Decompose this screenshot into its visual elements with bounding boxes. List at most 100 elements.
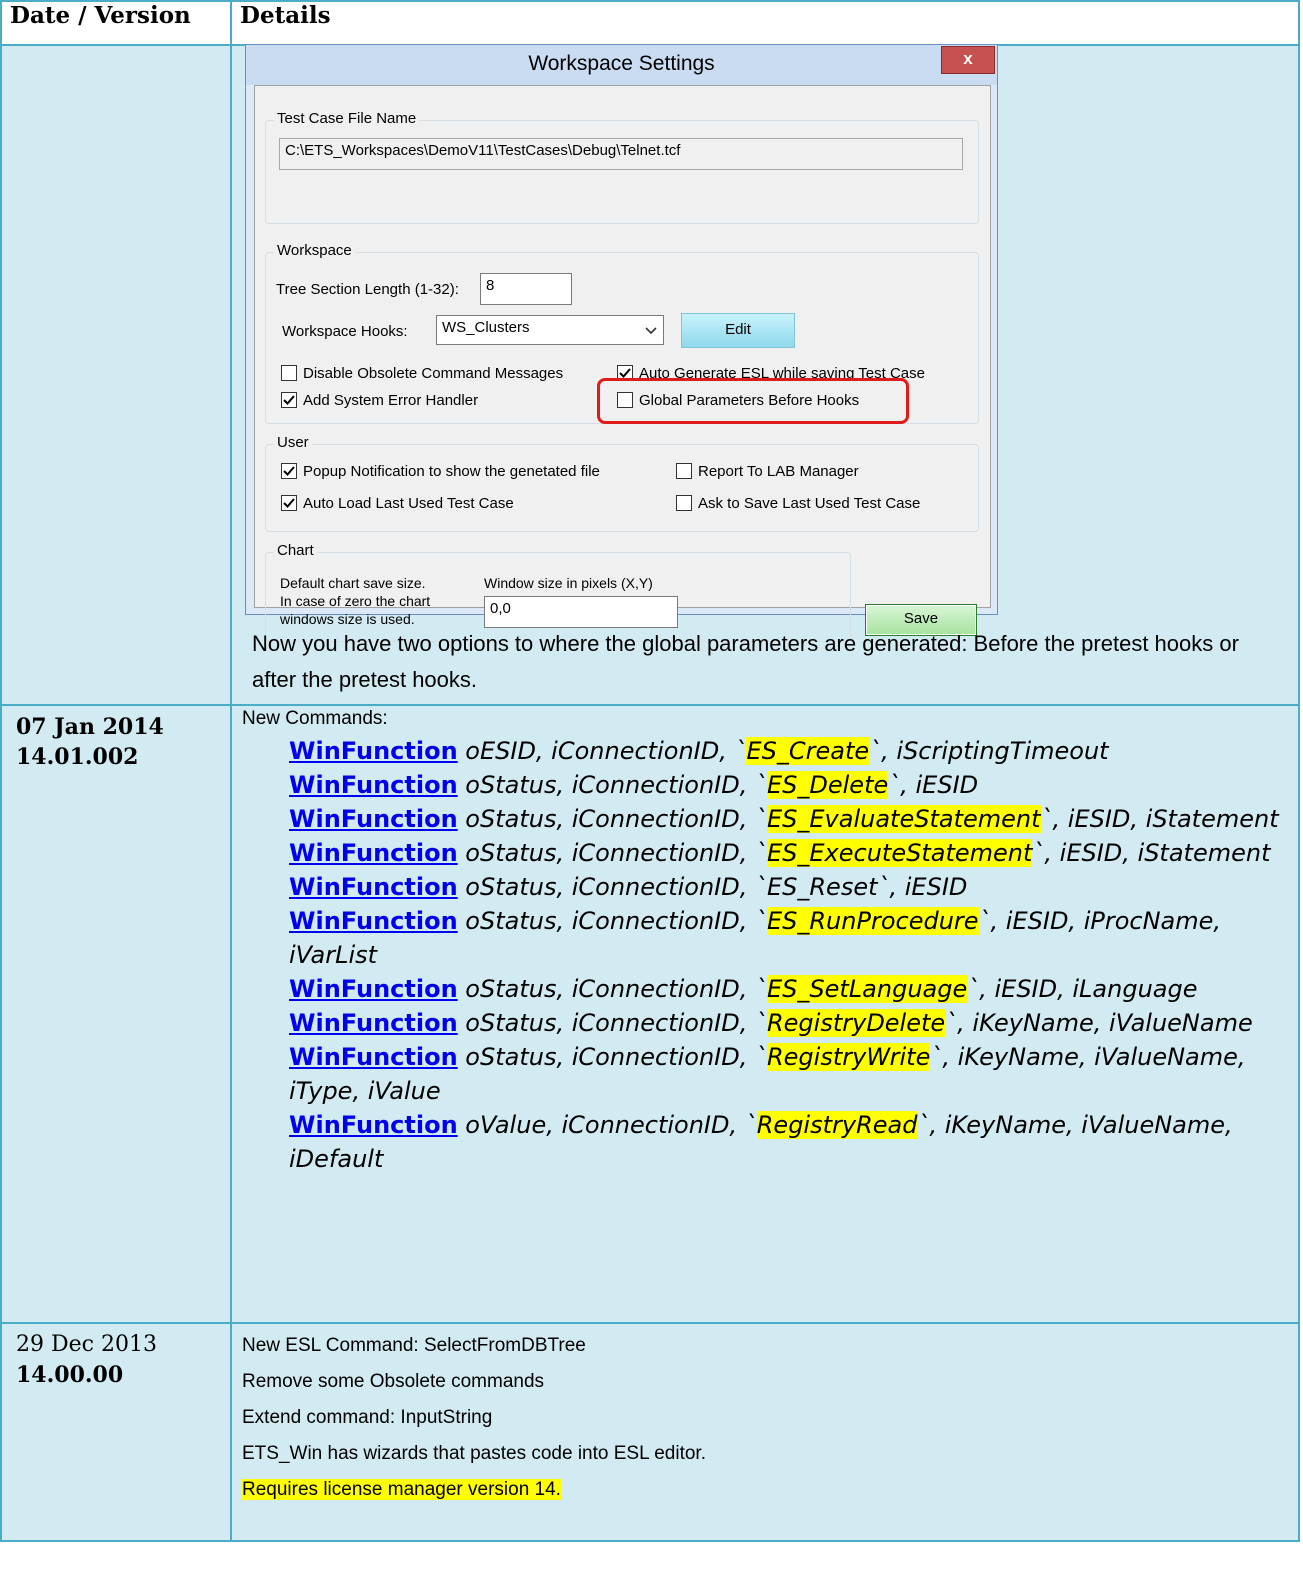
dialog-body: Test Case File Name C:\ETS_Workspaces\De… <box>254 85 991 642</box>
command-list: WinFunction oESID, iConnectionID, `ES_Cr… <box>232 730 1298 1176</box>
winfunction-link[interactable]: WinFunction <box>289 805 458 833</box>
dialog-title: Workspace Settings <box>246 45 997 85</box>
row3-line: Extend command: InputString <box>242 1407 493 1428</box>
row3-line: Remove some Obsolete commands <box>242 1371 545 1392</box>
command-entry: WinFunction oStatus, iConnectionID, `ES_… <box>289 836 1298 870</box>
row3-date-cell: 29 Dec 2013 14.00.00 <box>0 1322 232 1542</box>
checkmark-icon <box>283 395 295 405</box>
report-lab-checkbox[interactable] <box>676 463 692 479</box>
test-case-group-title: Test Case File Name <box>274 110 420 127</box>
command-args: oStatus, iConnectionID, ` <box>457 805 767 833</box>
command-args: oValue, iConnectionID, ` <box>457 1111 757 1139</box>
header-date-version: Date / Version <box>0 0 232 46</box>
command-function-name: ES_ExecuteStatement <box>766 839 1033 867</box>
command-args: `, iESID <box>888 771 979 799</box>
winfunction-link[interactable]: WinFunction <box>289 907 458 935</box>
row3-details-cell: New ESL Command: SelectFromDBTree Remove… <box>230 1322 1300 1542</box>
command-function-name: ES_RunProcedure <box>766 907 979 935</box>
popup-notification-label: Popup Notification to show the genetated… <box>303 463 600 480</box>
disable-obsolete-checkbox[interactable] <box>281 365 297 381</box>
winfunction-link[interactable]: WinFunction <box>289 771 458 799</box>
row3-line: ETS_Win has wizards that pastes code int… <box>242 1443 706 1464</box>
command-function-name: RegistryWrite <box>766 1043 931 1071</box>
table-row: 29 Dec 2013 14.00.00 New ESL Command: Se… <box>0 1322 1300 1542</box>
ask-save-label: Ask to Save Last Used Test Case <box>698 495 921 512</box>
row3-version: 14.00.00 <box>16 1362 124 1388</box>
command-args: oStatus, iConnectionID, ` <box>457 771 767 799</box>
command-entry: WinFunction oStatus, iConnectionID, `Reg… <box>289 1006 1298 1040</box>
command-entry: WinFunction oESID, iConnectionID, `ES_Cr… <box>289 734 1298 768</box>
tree-section-input[interactable]: 8 <box>480 273 572 305</box>
command-entry: WinFunction oStatus, iConnectionID, `ES_… <box>289 904 1298 972</box>
winfunction-link[interactable]: WinFunction <box>289 1043 458 1071</box>
window-size-input[interactable]: 0,0 <box>484 596 678 628</box>
chevron-down-icon <box>645 322 657 339</box>
winfunction-link[interactable]: WinFunction <box>289 839 458 867</box>
command-args: oStatus, iConnectionID, ` <box>457 975 767 1003</box>
edit-hooks-button[interactable]: Edit <box>681 313 795 348</box>
command-entry: WinFunction oStatus, iConnectionID, `ES_… <box>289 972 1298 1006</box>
header-details: Details <box>230 0 1300 46</box>
chart-desc-line: Default chart save size. <box>280 575 426 591</box>
row2-date: 07 Jan 2014 <box>16 714 164 740</box>
window-size-label: Window size in pixels (X,Y) <box>484 575 653 591</box>
new-commands-heading: New Commands: <box>242 708 388 729</box>
workspace-group: Workspace Tree Section Length (1-32): 8 … <box>265 242 979 424</box>
row1-note: Now you have two options to where the gl… <box>252 631 1239 692</box>
hooks-select[interactable]: WS_Clusters <box>436 315 664 345</box>
winfunction-link[interactable]: WinFunction <box>289 1009 458 1037</box>
disable-obsolete-label: Disable Obsolete Command Messages <box>303 365 564 382</box>
license-requirement-note: Requires license manager version 14. <box>242 1479 561 1500</box>
winfunction-link[interactable]: WinFunction <box>289 1111 458 1139</box>
workspace-group-title: Workspace <box>274 242 355 259</box>
command-entry: WinFunction oValue, iConnectionID, `Regi… <box>289 1108 1298 1176</box>
command-function-name: ES_Delete <box>766 771 889 799</box>
winfunction-link[interactable]: WinFunction <box>289 873 458 901</box>
winfunction-link[interactable]: WinFunction <box>289 737 458 765</box>
command-function-name: ES_SetLanguage <box>766 975 968 1003</box>
command-entry: WinFunction oStatus, iConnectionID, `ES_… <box>289 870 1298 904</box>
command-function-name: ES_Create <box>746 737 870 765</box>
command-entry: WinFunction oStatus, iConnectionID, `ES_… <box>289 802 1298 836</box>
ask-save-checkbox[interactable] <box>676 495 692 511</box>
command-args: oStatus, iConnectionID, ` <box>457 907 767 935</box>
test-case-path-field[interactable]: C:\ETS_Workspaces\DemoV11\TestCases\Debu… <box>279 138 963 170</box>
command-args: `, iKeyName, iValueName <box>945 1009 1253 1037</box>
row2-date-cell: 07 Jan 2014 14.01.002 <box>0 704 232 1324</box>
callout-highlight-box <box>597 378 909 424</box>
command-args: `, iESID, iStatement <box>1040 805 1279 833</box>
command-args: `, iESID, iLanguage <box>967 975 1198 1003</box>
row2-version: 14.01.002 <box>16 744 139 770</box>
command-function-name: RegistryDelete <box>766 1009 946 1037</box>
row3-line: New ESL Command: SelectFromDBTree <box>242 1335 586 1356</box>
close-button[interactable]: x <box>941 46 995 74</box>
table-header-row: Date / Version Details <box>0 0 1300 46</box>
hooks-selected-value: WS_Clusters <box>442 319 530 336</box>
add-system-error-checkbox[interactable] <box>281 392 297 408</box>
test-case-group: Test Case File Name C:\ETS_Workspaces\De… <box>265 110 979 224</box>
command-args: `, iScriptingTimeout <box>869 737 1109 765</box>
add-system-error-label: Add System Error Handler <box>303 392 479 409</box>
command-args: oStatus, iConnectionID, `ES_Reset`, iESI… <box>457 873 968 901</box>
auto-load-checkbox[interactable] <box>281 495 297 511</box>
report-lab-label: Report To LAB Manager <box>698 463 859 480</box>
tree-section-label: Tree Section Length (1-32): <box>276 281 459 298</box>
user-group: User Popup Notification to show the gene… <box>265 434 979 532</box>
chart-desc-line: windows size is used. <box>280 611 415 627</box>
command-args: oStatus, iConnectionID, ` <box>457 1009 767 1037</box>
hooks-label: Workspace Hooks: <box>282 323 408 340</box>
workspace-settings-dialog: Workspace Settings x Test Case File Name… <box>245 44 998 642</box>
row2-details-cell: New Commands: WinFunction oESID, iConnec… <box>230 704 1300 1324</box>
checkmark-icon <box>283 466 295 476</box>
winfunction-link[interactable]: WinFunction <box>289 975 458 1003</box>
auto-load-label: Auto Load Last Used Test Case <box>303 495 514 512</box>
command-args: `, iESID, iStatement <box>1032 839 1271 867</box>
command-args: oStatus, iConnectionID, ` <box>457 839 767 867</box>
row3-date: 29 Dec 2013 <box>16 1332 157 1357</box>
command-entry: WinFunction oStatus, iConnectionID, `ES_… <box>289 768 1298 802</box>
popup-notification-checkbox[interactable] <box>281 463 297 479</box>
command-function-name: ES_EvaluateStatement <box>766 805 1041 833</box>
table-row: 07 Jan 2014 14.01.002 New Commands: WinF… <box>0 704 1300 1324</box>
chart-group-title: Chart <box>274 542 317 559</box>
command-function-name: RegistryRead <box>756 1111 918 1139</box>
